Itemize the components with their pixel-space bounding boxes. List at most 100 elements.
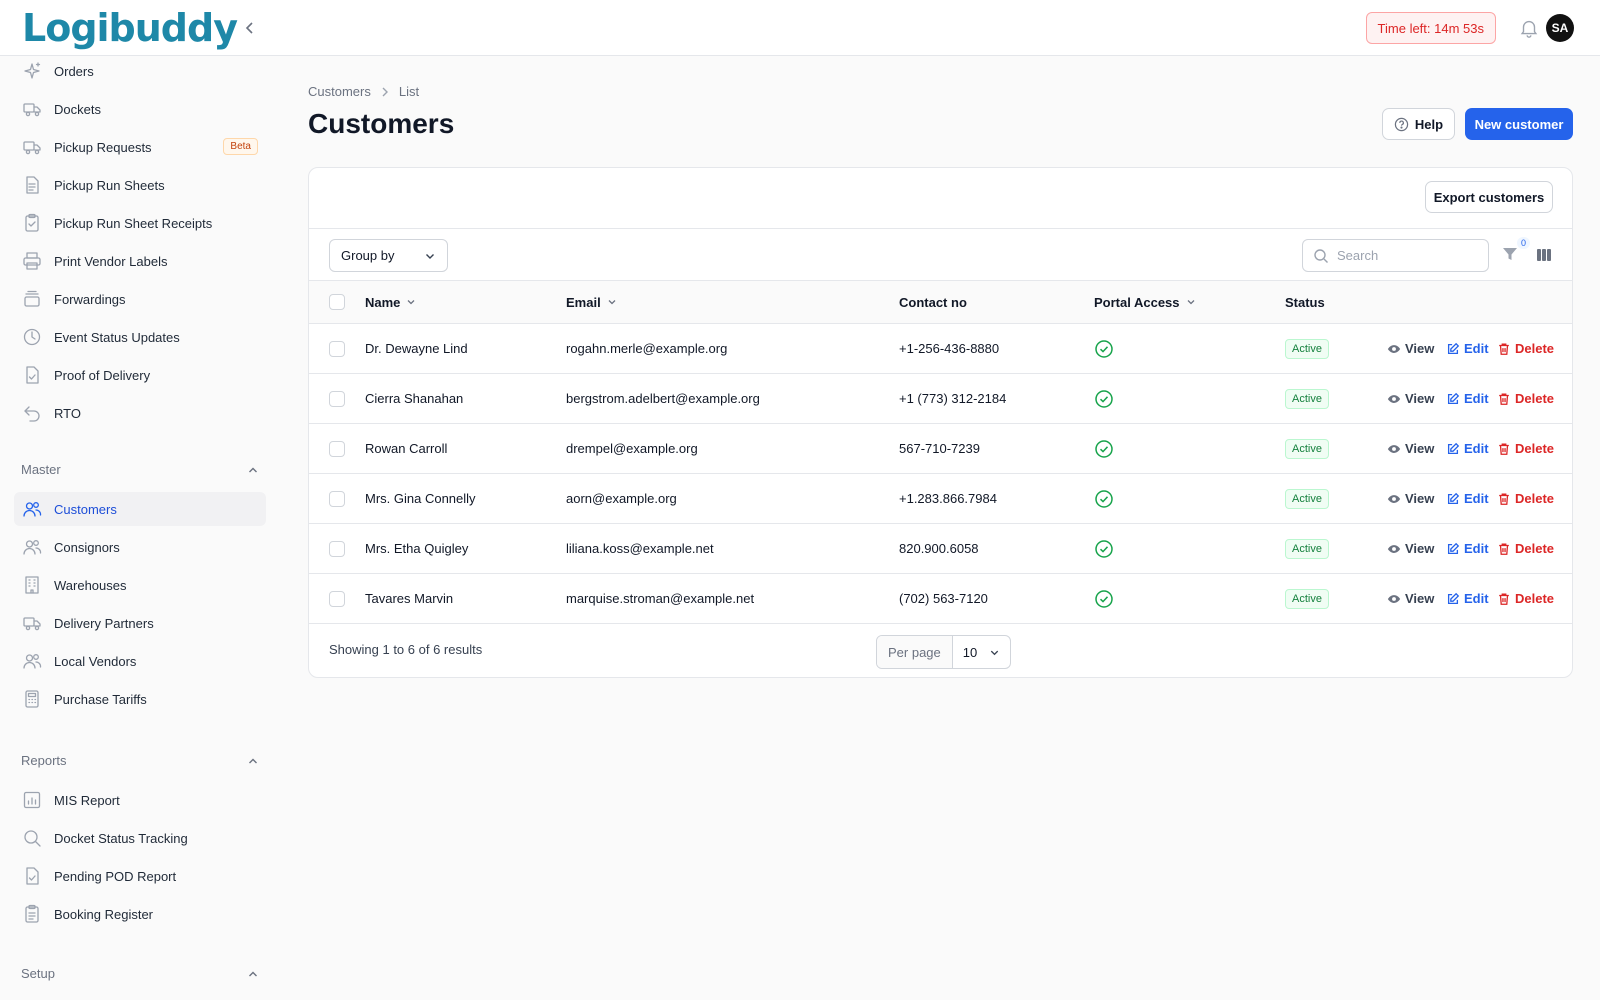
column-header-portal-access[interactable]: Portal Access [1094, 281, 1196, 323]
sidebar-item-print-vendor-labels[interactable]: Print Vendor Labels [14, 244, 266, 278]
edit-button[interactable]: Edit [1446, 491, 1489, 506]
breadcrumb-customers-link[interactable]: Customers [308, 84, 371, 99]
new-customer-button[interactable]: New customer [1465, 108, 1573, 140]
row-checkbox[interactable] [329, 590, 345, 607]
section-title: Setup [21, 966, 55, 981]
chevron-up-icon [249, 758, 257, 763]
clipboard-icon-wrap [22, 904, 42, 924]
sidebar-item-forwardings[interactable]: Forwardings [14, 282, 266, 316]
sidebar-item-label: Proof of Delivery [54, 367, 151, 383]
status-badge: Active [1285, 538, 1329, 559]
sidebar-item-proof-of-delivery[interactable]: Proof of Delivery [14, 358, 266, 392]
status-badge: Active [1285, 388, 1329, 409]
view-button[interactable]: View [1387, 391, 1434, 406]
trash-icon [1499, 593, 1509, 605]
status-badge: Active [1285, 438, 1329, 459]
delete-button[interactable]: Delete [1497, 591, 1554, 606]
table-row: Mrs. Etha Quigley liliana.koss@example.ne… [309, 524, 1572, 574]
sidebar-section-setup[interactable]: Setup [21, 966, 259, 981]
row-checkbox[interactable] [329, 540, 345, 557]
delete-button[interactable]: Delete [1497, 391, 1554, 406]
filter-icon[interactable] [1501, 245, 1521, 265]
delete-button[interactable]: Delete [1497, 491, 1554, 506]
sidebar-item-orders[interactable]: Orders [14, 56, 266, 88]
sidebar-section-master[interactable]: Master [21, 462, 259, 477]
columns-icon[interactable] [1535, 246, 1553, 264]
sidebar-item-customers[interactable]: Customers [14, 492, 266, 526]
per-page-value[interactable]: 10 [953, 636, 1010, 668]
sidebar-item-purchase-tariffs[interactable]: Purchase Tariffs [14, 682, 266, 716]
customer-name: Mrs. Etha Quigley [365, 541, 469, 556]
column-header-name[interactable]: Name [365, 281, 416, 323]
view-button[interactable]: View [1387, 591, 1434, 606]
delete-button[interactable]: Delete [1497, 441, 1554, 456]
sidebar-item-pickup-run-sheet-receipts[interactable]: Pickup Run Sheet Receipts [14, 206, 266, 240]
portal-access-indicator [1094, 524, 1114, 573]
pagination-summary: Showing 1 to 6 of 6 results [329, 642, 483, 657]
per-page-select[interactable]: Per page 10 [876, 635, 1012, 669]
sidebar-item-label: Pickup Run Sheets [54, 177, 165, 193]
row-checkbox[interactable] [329, 440, 345, 457]
sidebar-item-mis-report[interactable]: MIS Report [14, 783, 266, 817]
notifications-bell-icon[interactable] [1518, 17, 1540, 39]
check-circle-icon [1095, 389, 1113, 408]
clock-icon [23, 328, 41, 346]
sidebar-item-event-status-updates[interactable]: Event Status Updates [14, 320, 266, 354]
sidebar-item-pending-pod-report[interactable]: Pending POD Report [14, 859, 266, 893]
delete-button[interactable]: Delete [1497, 341, 1554, 356]
edit-button[interactable]: Edit [1446, 591, 1489, 606]
edit-button[interactable]: Edit [1446, 441, 1489, 456]
calculator-icon [25, 690, 39, 708]
sidebar-item-docket-status-tracking[interactable]: Docket Status Tracking [14, 821, 266, 855]
row-checkbox[interactable] [329, 340, 345, 357]
truck-icon [23, 617, 41, 631]
stack-icon [24, 290, 40, 307]
table-row: Mrs. Gina Connelly aorn@example.org +1.283… [309, 474, 1572, 524]
table-row: Cierra Shanahan bergstrom.adelbert@exampl… [309, 374, 1572, 424]
edit-button[interactable]: Edit [1446, 541, 1489, 556]
export-customers-button[interactable]: Export customers [1425, 181, 1553, 213]
truck-icon-wrap [22, 137, 42, 157]
document-icon-wrap [22, 175, 42, 195]
sidebar-item-local-vendors[interactable]: Local Vendors [14, 644, 266, 678]
row-checkbox[interactable] [329, 390, 345, 407]
view-button[interactable]: View [1387, 491, 1434, 506]
view-button[interactable]: View [1387, 441, 1434, 456]
search-input[interactable]: Search [1302, 239, 1489, 272]
user-avatar[interactable]: SA [1546, 14, 1574, 42]
truck-icon-wrap [22, 99, 42, 119]
sidebar-item-dockets[interactable]: Dockets [14, 92, 266, 126]
group-by-select[interactable]: Group by [329, 239, 448, 272]
sidebar-item-consignors[interactable]: Consignors [14, 530, 266, 564]
sidebar-item-delivery-partners[interactable]: Delivery Partners [14, 606, 266, 640]
table-footer: Showing 1 to 6 of 6 results Per page 10 [309, 624, 1572, 677]
logo[interactable]: Logibuddy [22, 6, 238, 50]
search-icon-wrap [22, 828, 42, 848]
sidebar-item-label: Customers [54, 501, 117, 517]
column-header-email[interactable]: Email [566, 281, 617, 323]
document-check-icon-wrap [22, 866, 42, 886]
sidebar-section-reports[interactable]: Reports [21, 753, 259, 768]
view-button[interactable]: View [1387, 541, 1434, 556]
collapse-sidebar-button[interactable] [238, 16, 262, 40]
sidebar-item-pickup-requests[interactable]: Pickup Requests Beta [14, 130, 266, 164]
stack-icon-wrap [22, 289, 42, 309]
row-checkbox[interactable] [329, 490, 345, 507]
view-button[interactable]: View [1387, 341, 1434, 356]
sidebar-item-rto[interactable]: RTO [14, 396, 266, 430]
edit-button[interactable]: Edit [1446, 341, 1489, 356]
select-all-checkbox[interactable] [329, 294, 345, 310]
delete-button[interactable]: Delete [1497, 541, 1554, 556]
chevron-up-icon [249, 467, 257, 472]
sidebar-item-label: Forwardings [54, 291, 126, 307]
chevron-up-icon [249, 971, 257, 976]
sidebar-item-pickup-run-sheets[interactable]: Pickup Run Sheets [14, 168, 266, 202]
help-button[interactable]: Help [1382, 108, 1455, 140]
section-title: Reports [21, 753, 67, 768]
sidebar-item-label: Print Vendor Labels [54, 253, 168, 269]
pencil-square-icon [1447, 542, 1460, 554]
sidebar-item-warehouses[interactable]: Warehouses [14, 568, 266, 602]
chevron-right-icon [382, 87, 388, 96]
edit-button[interactable]: Edit [1446, 391, 1489, 406]
sidebar-item-booking-register[interactable]: Booking Register [14, 897, 266, 931]
